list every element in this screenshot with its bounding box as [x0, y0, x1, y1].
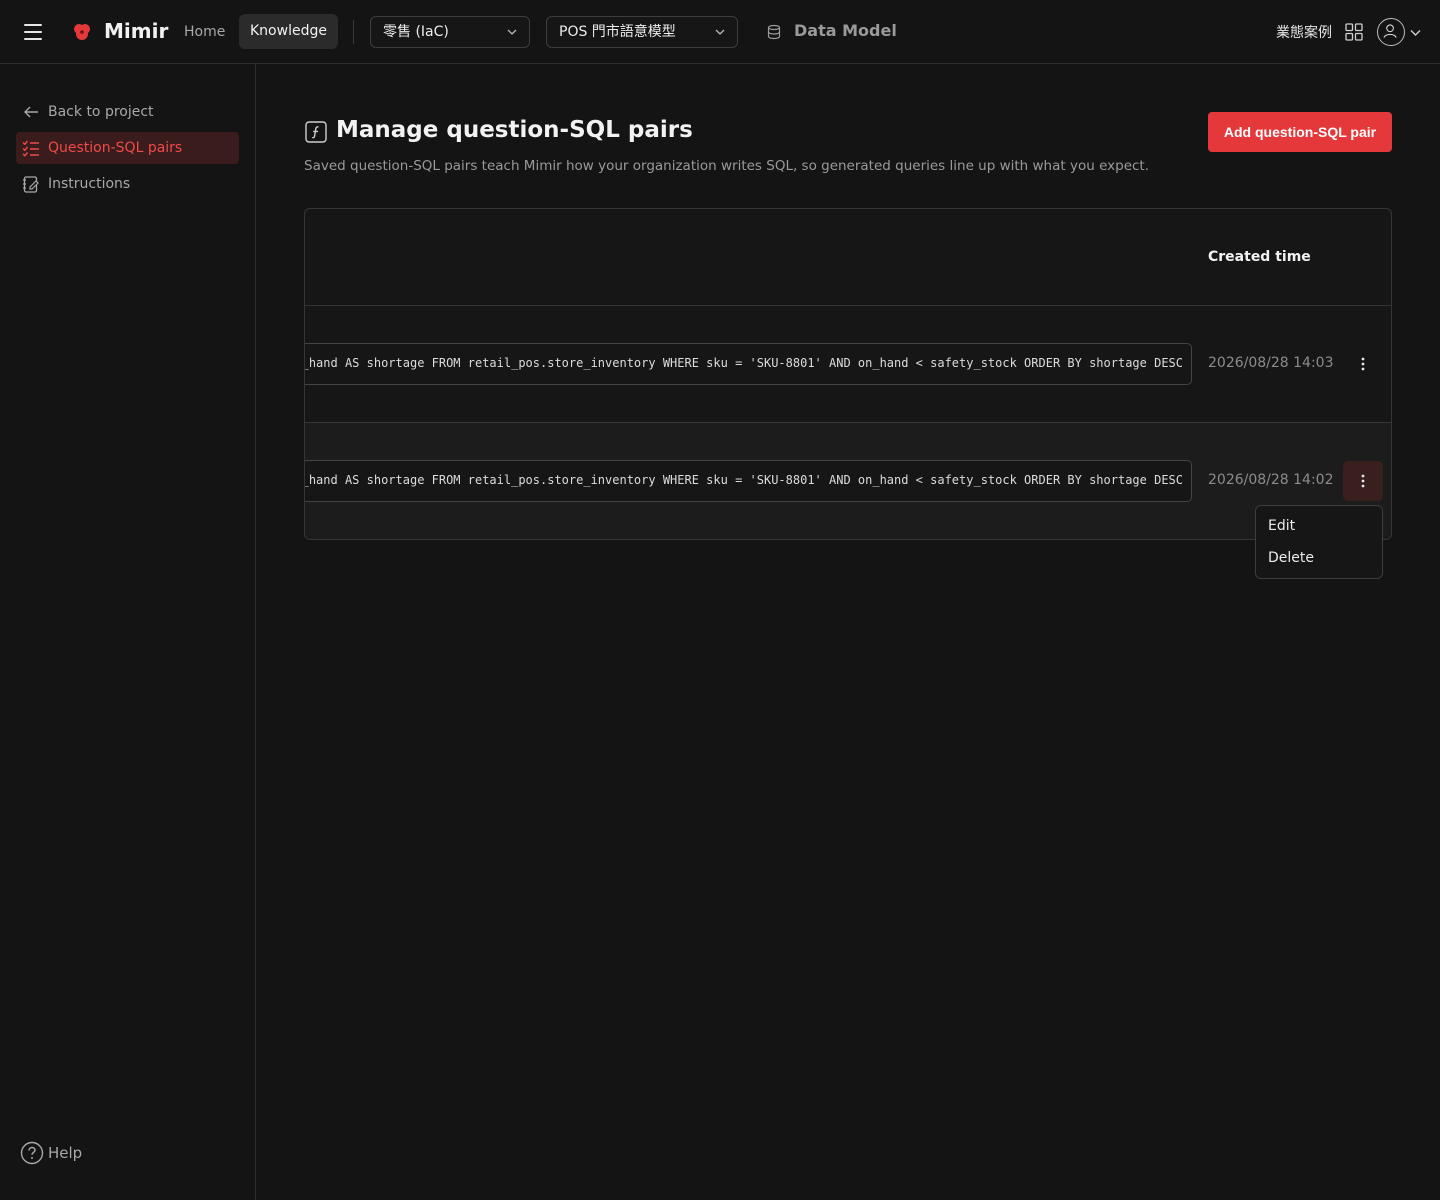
menu-item-delete[interactable]: Delete [1268, 550, 1314, 566]
created-time: 2026/08/28 14:02 [1208, 472, 1334, 488]
model-select-value: POS 門市語意模型 [559, 24, 676, 40]
menu-icon[interactable] [24, 24, 42, 40]
add-question-sql-pair-button[interactable]: Add question-SQL pair [1208, 112, 1392, 152]
help-circle-icon [20, 1141, 44, 1165]
table-row: _hand AS shortage FROM retail_pos.store_… [305, 306, 1391, 423]
page-description: Saved question-SQL pairs teach Mimir how… [304, 158, 1150, 174]
column-header-created-time: Created time [1208, 249, 1311, 265]
database-icon [767, 24, 781, 40]
row-actions-menu: Edit Delete [1255, 505, 1383, 579]
sql-code-box[interactable]: _hand AS shortage FROM retail_pos.store_… [304, 460, 1192, 502]
sidebar-item-question-sql-pairs[interactable]: Question-SQL pairs [16, 132, 239, 164]
top-bar: Mimir Home Knowledge 零售 (IaC) POS 門市語意模型… [0, 0, 1440, 64]
model-select[interactable]: POS 門市語意模型 [546, 16, 738, 48]
nav-home[interactable]: Home [174, 15, 235, 49]
table-header: Created time [305, 209, 1391, 306]
case-studies-link[interactable]: 業態案例 [1276, 22, 1332, 42]
nav-knowledge[interactable]: Knowledge [239, 14, 338, 49]
sidebar-item-label: Question-SQL pairs [48, 140, 183, 156]
menu-item-edit[interactable]: Edit [1268, 518, 1295, 534]
user-icon [1383, 24, 1397, 38]
sidebar-item-label: Instructions [48, 176, 131, 192]
page-title: Manage question-SQL pairs [336, 117, 693, 143]
created-time: 2026/08/28 14:03 [1208, 355, 1334, 371]
help-label: Help [48, 1144, 83, 1162]
chevron-down-icon [507, 29, 517, 35]
sidebar-item-instructions[interactable]: Instructions [16, 168, 239, 200]
more-vertical-icon [1361, 357, 1365, 371]
checklist-icon [22, 140, 39, 157]
question-sql-table: Created time _hand AS shortage FROM reta… [304, 208, 1392, 540]
app-name: Mimir [104, 19, 169, 43]
row-actions-button[interactable] [1343, 461, 1383, 501]
chevron-down-icon [715, 29, 725, 35]
sql-code-box[interactable]: _hand AS shortage FROM retail_pos.store_… [304, 343, 1192, 385]
more-vertical-icon [1361, 474, 1365, 488]
project-select[interactable]: 零售 (IaC) [370, 16, 530, 48]
apps-grid-icon[interactable] [1345, 23, 1363, 41]
divider [353, 20, 354, 44]
sidebar: Back to project Question-SQL pairs Instr… [0, 64, 256, 1200]
data-model-link[interactable]: Data Model [794, 21, 897, 40]
function-icon [305, 121, 327, 143]
mimir-logo-icon [74, 24, 90, 40]
user-avatar[interactable] [1377, 18, 1405, 46]
row-actions-button[interactable] [1343, 344, 1383, 384]
back-to-project-label: Back to project [48, 104, 154, 120]
sql-text: _hand AS shortage FROM retail_pos.store_… [304, 473, 1183, 487]
table-row: _hand AS shortage FROM retail_pos.store_… [304, 423, 1391, 539]
sql-text: _hand AS shortage FROM retail_pos.store_… [304, 356, 1183, 370]
arrow-left-icon [24, 106, 38, 118]
notebook-edit-icon [23, 176, 39, 193]
project-select-value: 零售 (IaC) [383, 24, 449, 40]
chevron-down-icon[interactable] [1410, 27, 1421, 38]
back-to-project-link[interactable]: Back to project [16, 96, 239, 128]
